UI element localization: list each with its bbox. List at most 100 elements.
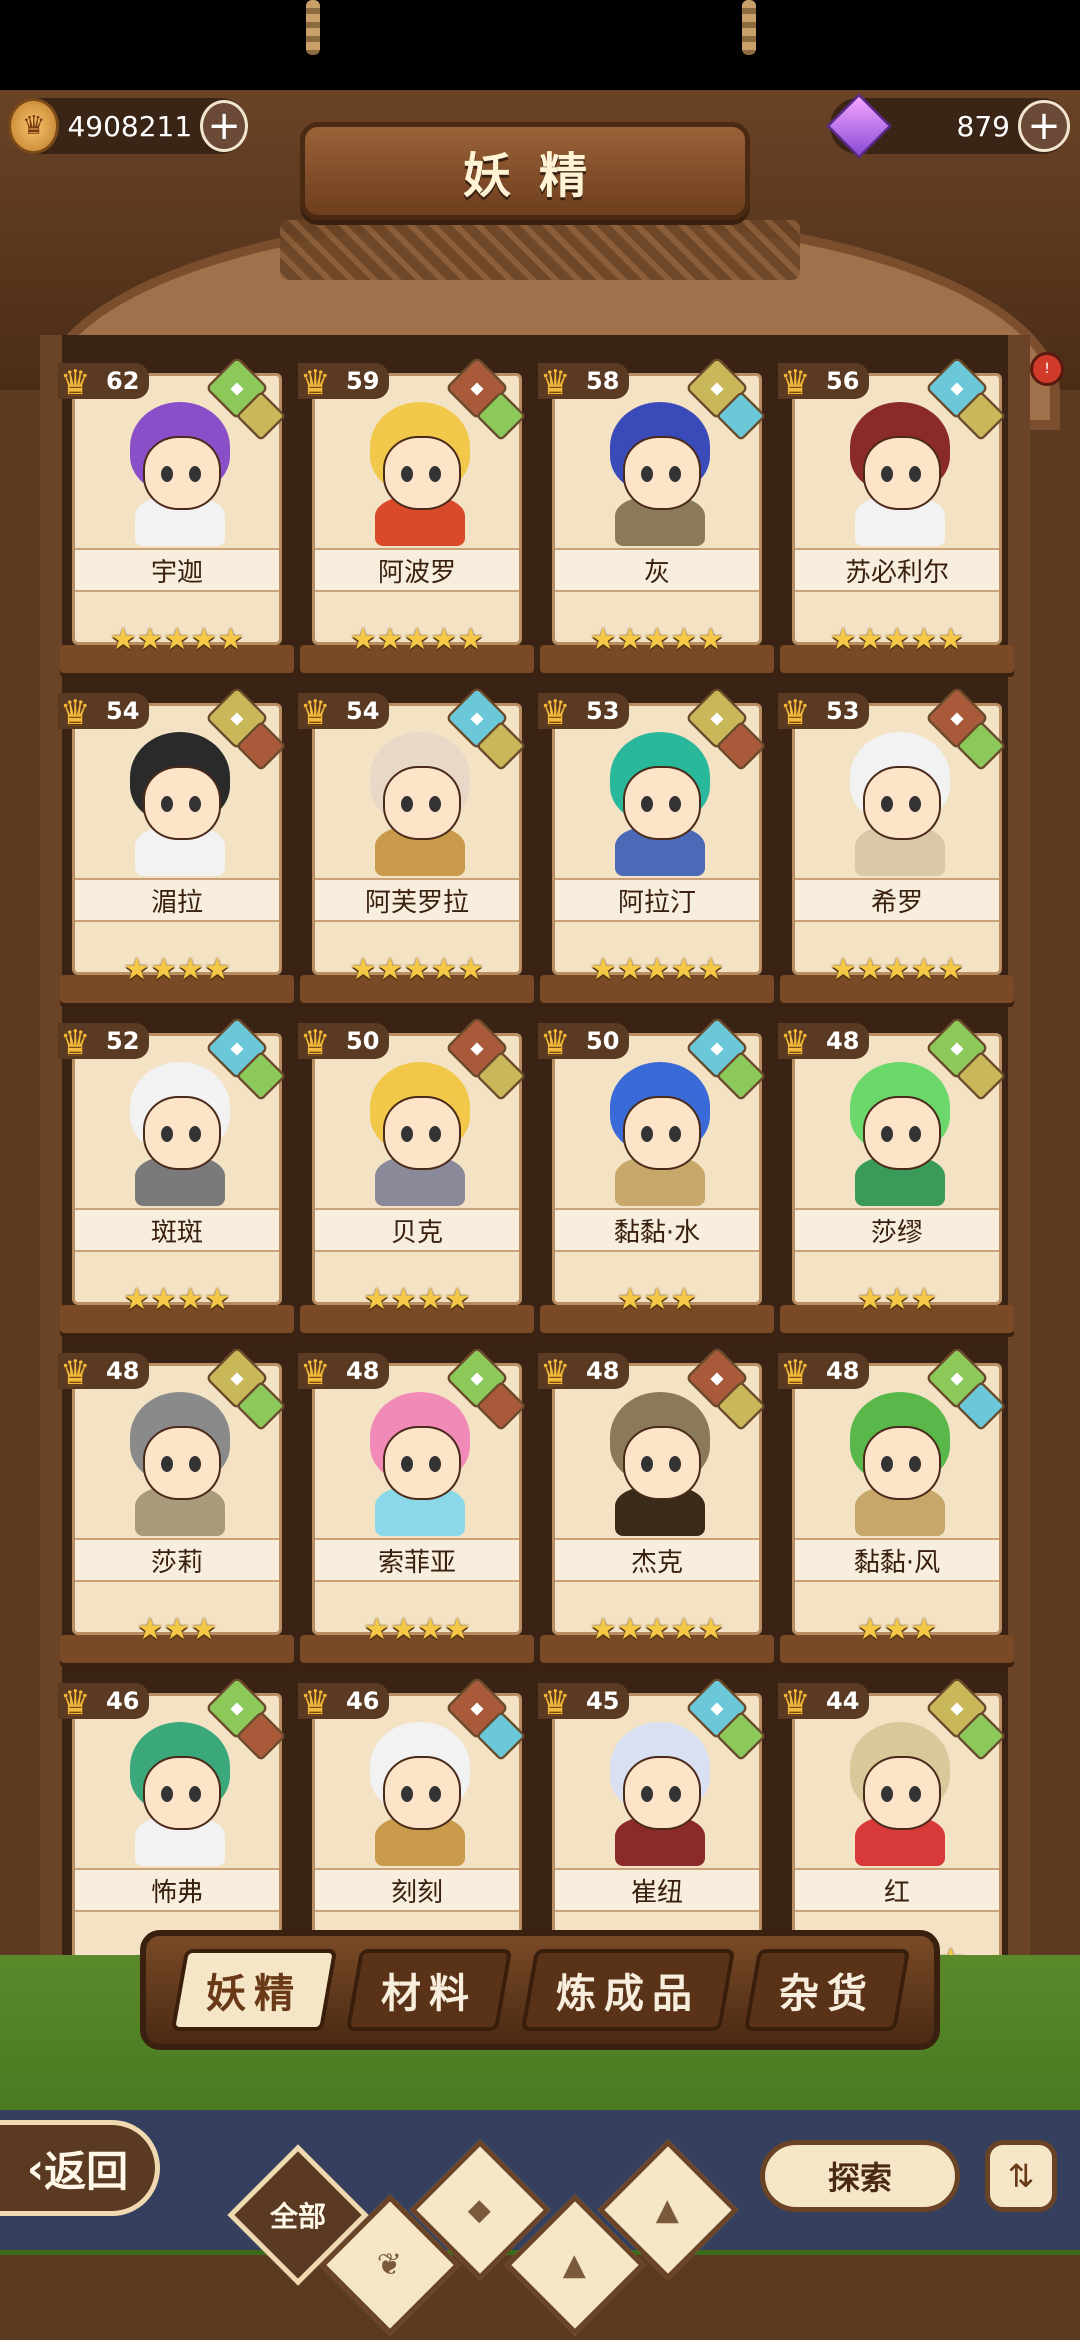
eye-right <box>189 1126 201 1142</box>
level-badge: ♛ 48 <box>538 1353 630 1393</box>
fairy-name: 黏黏·水 <box>555 1208 759 1252</box>
lattice-decoration <box>280 220 800 280</box>
fairy-name: 阿波罗 <box>315 548 519 592</box>
eye-right <box>429 1786 441 1802</box>
tab-materials[interactable]: 材料 <box>345 1949 512 2031</box>
fairy-name: 阿芙罗拉 <box>315 878 519 922</box>
eye-right <box>909 796 921 812</box>
crown-icon: ♛ <box>60 1683 91 1723</box>
fairy-name: 红 <box>795 1868 999 1912</box>
eye-right <box>669 1126 681 1142</box>
fairy-card[interactable]: 阿芙罗拉 ♛ 54 ◆ ★★★★★ <box>298 685 538 1015</box>
add-gems-button[interactable]: + <box>1018 100 1070 152</box>
level-value: 59 <box>346 367 380 395</box>
eye-right <box>669 466 681 482</box>
fairy-card[interactable]: 莎缪 ♛ 48 ◆ ★★★ <box>778 1015 1018 1345</box>
fairy-card[interactable]: 宇迦 ♛ 62 ◆ ★★★★★ <box>58 355 298 685</box>
level-value: 45 <box>586 1687 620 1715</box>
coin-amount: 4908211 <box>67 109 193 143</box>
fairy-face <box>383 1756 461 1830</box>
eye-left <box>401 1786 413 1802</box>
fairy-card[interactable]: 灰 ♛ 58 ◆ ★★★★★ <box>538 355 778 685</box>
fairy-card[interactable]: 莎莉 ♛ 48 ◆ ★★★ <box>58 1345 298 1675</box>
eye-left <box>161 466 173 482</box>
fairy-face <box>863 1096 941 1170</box>
crown-icon: ♛ <box>540 1023 571 1063</box>
fairy-name: 杰克 <box>555 1538 759 1582</box>
crown-icon: ♛ <box>780 363 811 403</box>
fairy-face <box>143 436 221 510</box>
eye-right <box>429 796 441 812</box>
fairy-card[interactable]: 斑斑 ♛ 52 ◆ ★★★★ <box>58 1015 298 1345</box>
level-badge: ♛ 54 <box>58 693 150 733</box>
crown-icon: ♛ <box>540 1683 571 1723</box>
crown-icon: ♛ <box>780 1683 811 1723</box>
fairy-face <box>383 1426 461 1500</box>
water-drop-icon: ◆ <box>468 2192 492 2228</box>
fairy-card[interactable]: 希罗 ♛ 53 ◆ ★★★★★ <box>778 685 1018 1015</box>
level-badge: ♛ 48 <box>778 1023 870 1063</box>
fairy-name: 斑斑 <box>75 1208 279 1252</box>
tab-materials-label: 材料 <box>380 1971 477 2017</box>
fairy-card[interactable]: 黏黏·风 ♛ 48 ◆ ★★★ <box>778 1345 1018 1675</box>
eye-left <box>641 466 653 482</box>
fairy-name: 湄拉 <box>75 878 279 922</box>
fairy-name: 希罗 <box>795 878 999 922</box>
crown-icon: ♛ <box>300 363 331 403</box>
star-rating: ★★★★ <box>123 952 231 987</box>
star-rating: ★★★★★ <box>829 952 965 987</box>
level-badge: ♛ 50 <box>538 1023 630 1063</box>
level-value: 53 <box>586 697 620 725</box>
alert-icon[interactable]: ! <box>1030 352 1064 386</box>
level-value: 48 <box>586 1357 620 1385</box>
level-badge: ♛ 46 <box>298 1683 390 1723</box>
eye-right <box>909 1126 921 1142</box>
explore-button[interactable]: 探索 <box>760 2140 960 2212</box>
level-value: 50 <box>346 1027 380 1055</box>
fairy-name: 索菲亚 <box>315 1538 519 1582</box>
fairy-card[interactable]: 贝克 ♛ 50 ◆ ★★★★ <box>298 1015 538 1345</box>
star-rating: ★★★ <box>856 1612 938 1647</box>
eye-left <box>161 1126 173 1142</box>
tab-goods[interactable]: 杂货 <box>743 1949 910 2031</box>
level-badge: ♛ 52 <box>58 1023 150 1063</box>
fairy-card[interactable]: 黏黏·水 ♛ 50 ◆ ★★★ <box>538 1015 778 1345</box>
fairy-card[interactable]: 阿拉汀 ♛ 53 ◆ ★★★★★ <box>538 685 778 1015</box>
fairy-face <box>623 1426 701 1500</box>
star-rating: ★★★★ <box>123 1282 231 1317</box>
level-value: 56 <box>826 367 860 395</box>
back-button[interactable]: ‹ 返回 <box>0 2120 160 2216</box>
fairy-face <box>383 436 461 510</box>
tab-goods-label: 杂货 <box>778 1971 875 2017</box>
fairy-card[interactable]: 苏必利尔 ♛ 56 ◆ ★★★★★ <box>778 355 1018 685</box>
star-rating: ★★★★★ <box>589 952 725 987</box>
eye-left <box>401 796 413 812</box>
fairy-face <box>143 1096 221 1170</box>
eye-left <box>641 1126 653 1142</box>
level-badge: ♛ 46 <box>58 1683 150 1723</box>
fairy-card[interactable]: 索菲亚 ♛ 48 ◆ ★★★★ <box>298 1345 538 1675</box>
tab-crafted[interactable]: 炼成品 <box>520 1949 735 2031</box>
fairy-name: 贝克 <box>315 1208 519 1252</box>
eye-left <box>641 1786 653 1802</box>
eye-right <box>429 1456 441 1472</box>
eye-right <box>429 466 441 482</box>
fairy-card[interactable]: 湄拉 ♛ 54 ◆ ★★★★ <box>58 685 298 1015</box>
level-badge: ♛ 48 <box>58 1353 150 1393</box>
fairy-card[interactable]: 阿波罗 ♛ 59 ◆ ★★★★★ <box>298 355 538 685</box>
fairy-card[interactable]: 杰克 ♛ 48 ◆ ★★★★★ <box>538 1345 778 1675</box>
tab-fairies[interactable]: 妖精 <box>170 1949 337 2031</box>
eye-right <box>669 1456 681 1472</box>
eye-right <box>909 1786 921 1802</box>
fairy-name: 黏黏·风 <box>795 1538 999 1582</box>
eye-right <box>669 1786 681 1802</box>
level-value: 53 <box>826 697 860 725</box>
fairy-name: 崔纽 <box>555 1868 759 1912</box>
sort-icon: ⇅ <box>1007 2157 1035 2195</box>
crown-icon: ♛ <box>540 693 571 733</box>
level-value: 52 <box>106 1027 140 1055</box>
sort-button[interactable]: ⇅ <box>985 2140 1057 2212</box>
crown-icon: ♛ <box>60 1023 91 1063</box>
star-rating: ★★★★★ <box>349 952 485 987</box>
add-coins-button[interactable]: + <box>200 100 248 152</box>
